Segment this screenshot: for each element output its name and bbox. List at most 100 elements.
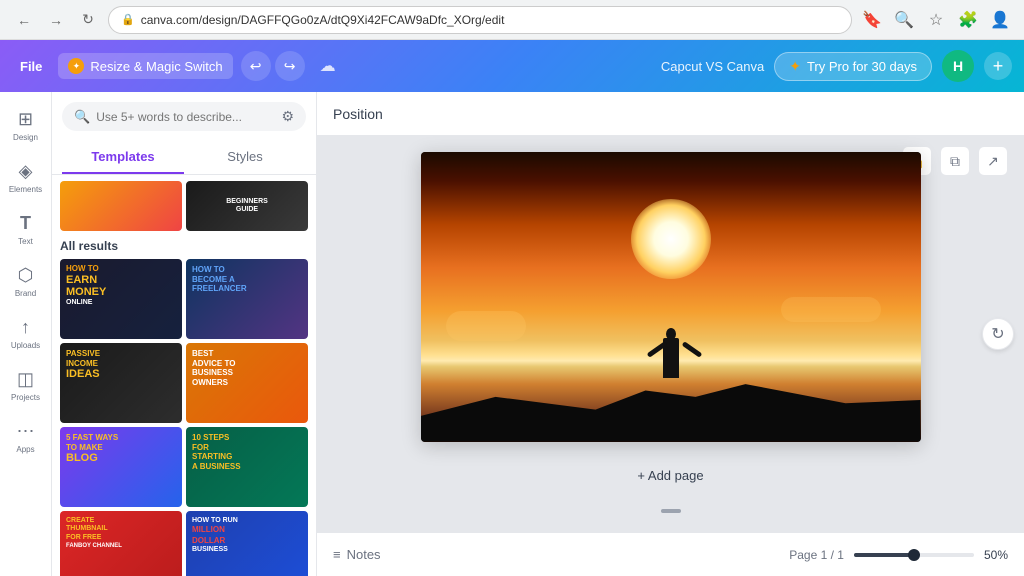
resize-label: Resize & Magic Switch (90, 59, 222, 74)
top-toolbar: File ✦ Resize & Magic Switch ↩ ↪ ☁ Capcu… (0, 40, 1024, 92)
add-page-button[interactable]: + Add page (617, 462, 723, 489)
template-card-passive[interactable]: PASSIVEINCOMEIDEAS (60, 343, 182, 423)
reload-button[interactable]: ↻ (76, 8, 100, 32)
resize-magic-switch-button[interactable]: ✦ Resize & Magic Switch (58, 53, 232, 79)
lock-icon: 🔒 (121, 13, 135, 26)
design-canvas[interactable] (421, 152, 921, 442)
toolbar-left: File ✦ Resize & Magic Switch ↩ ↪ ☁ (12, 51, 653, 81)
sidebar-item-text[interactable]: T Text (4, 204, 48, 254)
cloud-left (446, 311, 526, 341)
apps-icon: ⋯ (17, 421, 35, 442)
template-card-million-dollar[interactable]: HOW TO RUNMILLIONDOLLARBUSINESS (186, 511, 308, 576)
zoom-label: 50% (984, 548, 1008, 562)
brand-icon: ⬡ (18, 265, 34, 286)
capcut-label: Capcut VS Canva (661, 59, 764, 74)
all-results-label: All results (60, 239, 308, 253)
projects-icon: ◫ (17, 369, 34, 390)
templates-panel: 🔍 ⚙ Templates Styles BEGINNERSGUIDE All … (52, 92, 317, 576)
refresh-canvas-button[interactable]: ↻ (982, 318, 1014, 350)
template-grid: HOW TOEARNMONEYONLINE HOW TOBECOME AFREE… (60, 259, 308, 576)
filter-icon[interactable]: ⚙ (281, 108, 294, 125)
cloud-save-button[interactable]: ☁ (313, 51, 343, 81)
page-info: Page 1 / 1 50% (789, 548, 1008, 562)
copy-button[interactable]: ⧉ (940, 146, 970, 176)
top-thumb-1[interactable] (60, 181, 182, 231)
brand-label: Brand (15, 289, 36, 298)
file-menu-button[interactable]: File (12, 55, 50, 78)
canvas-content: 🔒 ⧉ ↗ (317, 136, 1024, 532)
sidebar-item-elements[interactable]: ◈ Elements (4, 152, 48, 202)
sun-glow (631, 199, 711, 279)
position-label: Position (333, 106, 383, 122)
template-card-earn[interactable]: HOW TOEARNMONEYONLINE (60, 259, 182, 339)
share-button[interactable]: ↗ (978, 146, 1008, 176)
elements-label: Elements (9, 185, 42, 194)
browser-actions: 🔖 🔍 ☆ 🧩 👤 (860, 8, 1012, 32)
sidebar-item-projects[interactable]: ◫ Projects (4, 360, 48, 410)
apps-label: Apps (16, 445, 34, 454)
tab-styles[interactable]: Styles (184, 141, 306, 174)
uploads-label: Uploads (11, 341, 40, 350)
template-card-blog[interactable]: 5 FAST WAYSTO MAKEBLOG (60, 427, 182, 507)
url-text: canva.com/design/DAGFFQGo0zA/dtQ9Xi42FCA… (141, 13, 505, 27)
back-button[interactable]: ← (12, 8, 36, 32)
sidebar-item-brand[interactable]: ⬡ Brand (4, 256, 48, 306)
search-bar: 🔍 ⚙ (62, 102, 306, 131)
template-card-starting-business[interactable]: 10 STEPSFORSTARTINGA BUSINESS (186, 427, 308, 507)
extension-icon[interactable]: 🧩 (956, 8, 980, 32)
sidebar-item-uploads[interactable]: ↑ Uploads (4, 308, 48, 358)
bottom-bar: ≡ Notes Page 1 / 1 50% (317, 532, 1024, 576)
design-icon: ⊞ (18, 109, 33, 130)
tab-templates[interactable]: Templates (62, 141, 184, 174)
url-bar[interactable]: 🔒 canva.com/design/DAGFFQGo0zA/dtQ9Xi42F… (108, 6, 852, 34)
avatar-button[interactable]: H (942, 50, 974, 82)
canvas-topbar: Position (317, 92, 1024, 136)
template-card-freelancer[interactable]: HOW TOBECOME AFREELANCER (186, 259, 308, 339)
top-thumbnails: BEGINNERSGUIDE (60, 181, 308, 231)
main-area: ⊞ Design ◈ Elements T Text ⬡ Brand ↑ Upl… (0, 92, 1024, 576)
search-input[interactable] (96, 110, 275, 124)
toolbar-right: Capcut VS Canva ✦ Try Pro for 30 days H … (661, 50, 1012, 82)
try-pro-label: Try Pro for 30 days (807, 59, 917, 74)
zoom-track (854, 553, 914, 557)
projects-label: Projects (11, 393, 40, 402)
zoom-slider-container (854, 553, 974, 557)
design-label: Design (13, 133, 38, 142)
template-card-thumbnail[interactable]: CREATETHUMBNAILFOR FREEFANBOY CHANNEL (60, 511, 182, 576)
uploads-icon: ↑ (21, 317, 30, 338)
resize-icon: ✦ (68, 58, 84, 74)
profile-icon[interactable]: 👤 (988, 8, 1012, 32)
notes-button[interactable]: ≡ Notes (333, 547, 381, 562)
text-icon: T (20, 213, 31, 234)
text-label: Text (18, 237, 33, 246)
template-card-business-advice[interactable]: BESTADVICE TOBUSINESSOWNERS (186, 343, 308, 423)
tab-row: Templates Styles (52, 141, 316, 175)
zoom-slider[interactable] (854, 553, 974, 557)
plus-button[interactable]: + (984, 52, 1012, 80)
elements-icon: ◈ (19, 161, 33, 182)
zoom-thumb (908, 549, 920, 561)
page-dot (661, 509, 681, 513)
add-page-area: + Add page (617, 462, 723, 495)
top-thumb-2[interactable]: BEGINNERSGUIDE (186, 181, 308, 231)
sunset-background (421, 152, 921, 442)
person-arm-right (681, 341, 702, 358)
templates-scroll: BEGINNERSGUIDE All results HOW TOEARNMON… (52, 175, 316, 576)
page-number-label: Page 1 / 1 (789, 548, 844, 562)
sidebar-item-design[interactable]: ⊞ Design (4, 100, 48, 150)
notes-label: Notes (347, 547, 381, 562)
star-bookmark-icon[interactable]: ☆ (924, 8, 948, 32)
app-container: File ✦ Resize & Magic Switch ↩ ↪ ☁ Capcu… (0, 40, 1024, 576)
try-pro-button[interactable]: ✦ Try Pro for 30 days (774, 52, 932, 81)
forward-button[interactable]: → (44, 8, 68, 32)
search-icon: 🔍 (74, 109, 90, 125)
redo-button[interactable]: ↪ (275, 51, 305, 81)
browser-chrome: ← → ↻ 🔒 canva.com/design/DAGFFQGo0zA/dtQ… (0, 0, 1024, 40)
undo-button[interactable]: ↩ (241, 51, 271, 81)
bookmark-icon[interactable]: 🔖 (860, 8, 884, 32)
search-icon[interactable]: 🔍 (892, 8, 916, 32)
canvas-area: Position 🔒 ⧉ ↗ (317, 92, 1024, 576)
star-icon: ✦ (789, 58, 801, 75)
notes-icon: ≡ (333, 547, 341, 562)
sidebar-item-apps[interactable]: ⋯ Apps (4, 412, 48, 462)
